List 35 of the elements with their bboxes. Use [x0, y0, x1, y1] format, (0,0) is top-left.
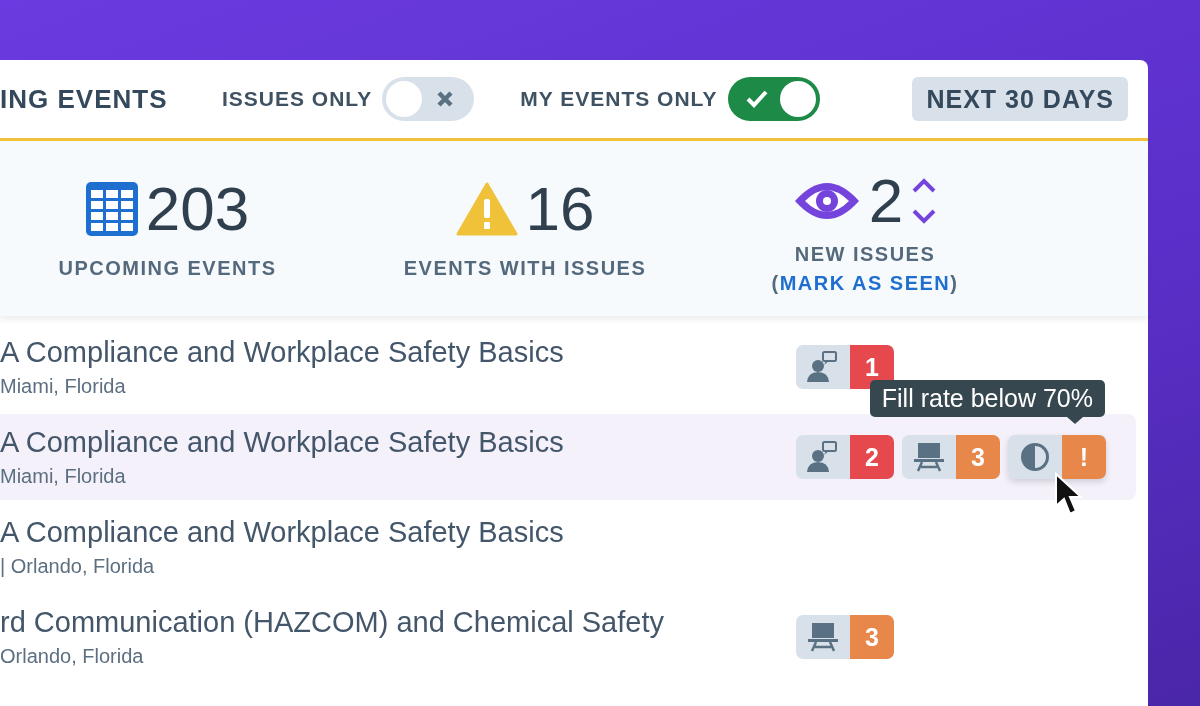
stat-label: EVENTS WITH ISSUES [403, 257, 647, 280]
section-title: ING EVENTS [0, 83, 169, 115]
person-speech-icon [806, 351, 840, 383]
mark-seen-link[interactable]: MARK AS SEEN [779, 272, 951, 295]
tooltip: Fill rate below 70% [869, 380, 1105, 424]
stat-value: 203 [145, 177, 250, 241]
stat-label: UPCOMING EVENTS [58, 257, 277, 280]
event-title: A Compliance and Workplace Safety Basics [0, 336, 565, 369]
event-title: rd Communication (HAZCOM) and Chemical Safety [0, 606, 665, 639]
date-range-button[interactable]: NEXT 30 DAYS [912, 77, 1128, 121]
stat-value: 16 [525, 177, 595, 241]
event-title: A Compliance and Workplace Safety Basics [0, 426, 565, 459]
calendar-icon [85, 182, 138, 236]
warning-icon [455, 182, 518, 236]
event-location: Orlando, Florida [0, 645, 145, 668]
stat-value: 2 [868, 169, 904, 233]
parenthesis: ) [950, 272, 959, 295]
event-location: Miami, Florida [0, 375, 127, 398]
half-circle-icon [1020, 442, 1050, 472]
toggle-label: MY EVENTS ONLY [520, 87, 718, 111]
toggle-label: ISSUES ONLY [222, 87, 373, 111]
person-speech-icon [806, 441, 840, 473]
parenthesis: ( [771, 272, 780, 295]
event-location: Miami, Florida [0, 465, 127, 488]
cross-icon [436, 89, 455, 109]
sort-chevrons-icon[interactable] [911, 177, 938, 225]
event-title: A Compliance and Workplace Safety Basics [0, 516, 565, 549]
easel-icon [913, 442, 945, 472]
check-icon [745, 89, 768, 109]
event-location: | Orlando, Florida [0, 555, 156, 578]
easel-icon [807, 622, 839, 652]
highlighted-row[interactable]: A Compliance and Workplace Safety Basics Miami, Florida 2 3 ! [0, 414, 1136, 500]
stat-label: NEW ISSUES [794, 243, 936, 266]
toggle-switch[interactable] [727, 77, 820, 121]
toggle-switch[interactable] [382, 77, 475, 121]
